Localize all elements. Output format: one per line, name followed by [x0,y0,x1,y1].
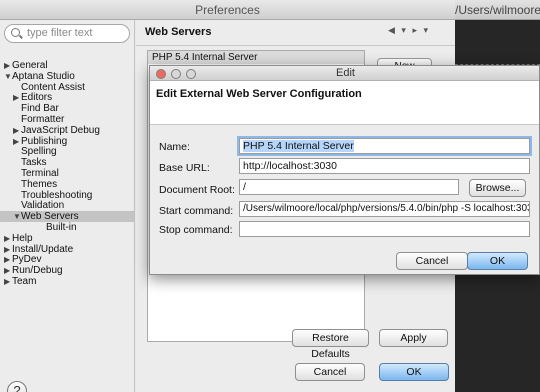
document-root-field[interactable]: / [239,179,459,195]
base-url-label: Base URL: [159,162,210,174]
sidebar-item[interactable]: Tasks [0,157,134,168]
cancel-button[interactable]: Cancel [295,363,365,381]
sidebar-item[interactable]: Validation [0,200,134,211]
preferences-tree: ▶ General ▼ Aptana Studio Content Assist ▶ Edi… [0,60,134,287]
edit-ok-button[interactable]: OK [467,252,528,270]
stop-command-field[interactable] [239,221,530,237]
browse-button[interactable]: Browse... [469,179,526,197]
name-field-value: PHP 5.4 Internal Server [243,140,354,152]
base-url-field[interactable]: http://localhost:3030 [239,158,530,174]
sidebar-item-label: Content Assist [21,81,85,93]
collapse-arrow-icon[interactable]: ▶ [4,60,10,71]
sidebar-item[interactable]: Formatter [0,114,134,125]
sidebar-item-label: General [12,60,48,71]
collapse-arrow-icon[interactable]: ▶ [4,244,10,255]
expand-arrow-icon[interactable]: ▼ [4,71,12,82]
sidebar-item-label: Themes [21,178,58,190]
close-icon[interactable] [156,69,166,79]
sidebar-item-label: Web Servers [21,211,79,223]
collapse-arrow-icon[interactable]: ▶ [4,276,10,287]
edit-header: Edit External Web Server Configuration [150,81,539,125]
divider [136,45,455,46]
sidebar-item-label: Install/Update [12,243,74,255]
apply-button[interactable]: Apply [379,329,448,347]
restore-defaults-button[interactable]: Restore Defaults [292,329,369,360]
help-icon[interactable]: ? [7,381,27,392]
preferences-title: Preferences [195,3,260,17]
sidebar-item[interactable]: ▶ General [0,60,134,71]
edit-cancel-button[interactable]: Cancel [396,252,468,270]
sidebar-item-label: Validation [21,200,65,212]
sidebar-item[interactable]: ▶ Publishing [0,136,134,147]
sidebar-item-label: Find Bar [21,103,59,115]
collapse-arrow-icon[interactable]: ▶ [13,92,19,103]
sidebar-item[interactable]: ▶ Install/Update [0,244,134,255]
expand-arrow-icon[interactable]: ▼ [13,211,21,222]
collapse-arrow-icon[interactable]: ▶ [13,125,19,136]
sidebar-item-label: Tasks [21,157,47,169]
sidebar-item-label: JavaScript Debug [21,124,100,136]
start-command-field[interactable]: /Users/wilmoore/local/php/versions/5.4.0… [239,201,530,217]
page-title: Web Servers [145,26,212,38]
sidebar-item[interactable]: Spelling [0,146,134,157]
sidebar-item[interactable]: ▶ Help [0,233,134,244]
sidebar-item-label: Editors [21,92,53,104]
sidebar-item[interactable]: Terminal [0,168,134,179]
navigation-arrows-icon[interactable]: ◀ ▾ ▸ ▾ [388,25,430,36]
list-item[interactable]: PHP 5.4 Internal Server [148,51,364,64]
sidebar-item[interactable]: ▼ Web Servers [0,211,134,222]
collapse-arrow-icon[interactable]: ▶ [13,136,19,147]
sidebar-item-label: Formatter [21,113,65,125]
collapse-arrow-icon[interactable]: ▶ [4,233,10,244]
ok-button[interactable]: OK [379,363,449,381]
sidebar-item-label: PyDev [12,254,42,266]
filter-placeholder: type filter text [27,27,93,39]
stop-command-label: Stop command: [159,224,233,236]
sidebar-item-label: Built-in [46,221,77,233]
document-root-label: Document Root: [159,184,235,196]
zoom-icon[interactable] [186,69,196,79]
edit-dialog: Edit Edit External Web Server Configurat… [149,65,540,275]
sidebar-item[interactable]: ▶ Editors [0,92,134,103]
collapse-arrow-icon[interactable]: ▶ [4,254,10,265]
sidebar-item-label: Terminal [21,167,59,179]
edit-heading: Edit External Web Server Configuration [156,88,362,100]
background-window-title: /Users/wilmoore/ [455,0,540,20]
sidebar-item[interactable]: Find Bar [0,103,134,114]
sidebar-item[interactable]: Troubleshooting [0,190,134,201]
collapse-arrow-icon[interactable]: ▶ [4,265,10,276]
sidebar-item-label: Spelling [21,146,57,158]
name-label: Name: [159,141,190,153]
filter-input[interactable]: type filter text [4,24,130,43]
sidebar-item-label: Run/Debug [12,265,63,277]
sidebar-item[interactable]: Content Assist [0,82,134,93]
sidebar-item-label: Troubleshooting [21,189,93,201]
edit-title: Edit [336,67,355,79]
search-icon [11,28,20,37]
sidebar-item-label: Aptana Studio [12,70,75,82]
sidebar-item[interactable]: Themes [0,179,134,190]
sidebar-item-label: Publishing [21,135,68,147]
sidebar-item-label: Help [12,232,33,244]
sidebar-item-label: Team [12,275,37,287]
sidebar-item[interactable]: Built-in [0,222,134,233]
edit-titlebar: Edit [150,66,539,81]
sidebar-item[interactable]: ▶ Run/Debug [0,265,134,276]
minimize-icon[interactable] [171,69,181,79]
sidebar-item[interactable]: ▶ PyDev [0,254,134,265]
sidebar-item[interactable]: ▼ Aptana Studio [0,71,134,82]
sidebar-item[interactable]: ▶ JavaScript Debug [0,125,134,136]
preferences-titlebar: Preferences [0,0,455,20]
sidebar-item[interactable]: ▶ Team [0,276,134,287]
start-command-label: Start command: [159,205,234,217]
name-field[interactable]: PHP 5.4 Internal Server [239,138,530,154]
preferences-sidebar: type filter text ▶ General ▼ Aptana Studio C… [0,20,135,392]
